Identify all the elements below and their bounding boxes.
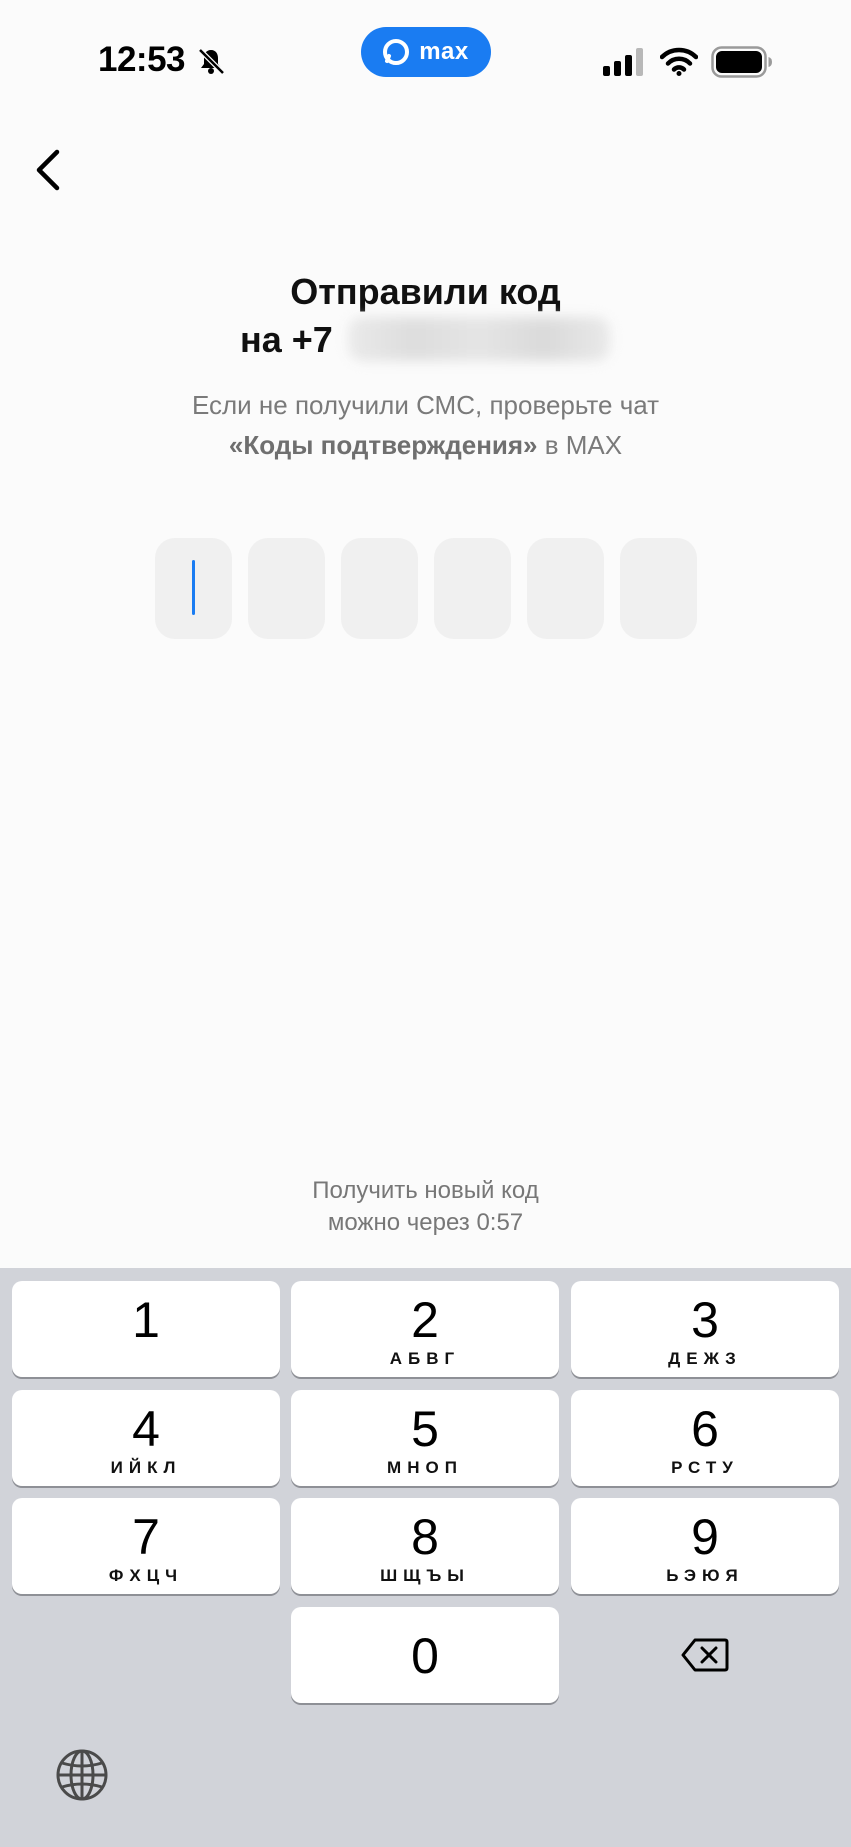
chevron-left-icon	[36, 149, 60, 191]
key-9-digit: 9	[691, 1509, 719, 1565]
key-5[interactable]: 5 МНОП	[291, 1390, 559, 1486]
code-digit-5[interactable]	[527, 538, 604, 639]
text-caret	[192, 560, 195, 615]
page-title-line-2: на +7	[240, 319, 333, 360]
key-3-letters: ДЕЖЗ	[668, 1349, 742, 1368]
back-button[interactable]	[18, 140, 78, 200]
status-bar: 12:53 max	[0, 0, 851, 110]
key-1-digit: 1	[132, 1292, 160, 1348]
page-title-line-1: Отправили код	[290, 271, 561, 312]
backspace-button[interactable]	[571, 1607, 839, 1703]
key-2[interactable]: 2 АБВГ	[291, 1281, 559, 1377]
code-digit-4[interactable]	[434, 538, 511, 639]
max-badge-label: max	[419, 38, 469, 65]
code-digit-6[interactable]	[620, 538, 697, 639]
key-8-letters: ШЩЪЫ	[380, 1566, 470, 1585]
key-1[interactable]: 1	[12, 1281, 280, 1377]
key-7[interactable]: 7 ФХЦЧ	[12, 1498, 280, 1594]
key-4-letters: ИЙКЛ	[110, 1458, 182, 1477]
key-9-letters: ЬЭЮЯ	[666, 1566, 744, 1585]
key-2-letters: АБВГ	[389, 1349, 461, 1368]
mute-bell-icon	[198, 48, 225, 75]
key-2-digit: 2	[411, 1292, 439, 1348]
keyboard-language-button[interactable]	[52, 1745, 112, 1805]
status-time: 12:53	[98, 40, 186, 79]
key-4-digit: 4	[132, 1401, 160, 1457]
code-digit-1[interactable]	[155, 538, 232, 639]
battery-icon	[711, 46, 772, 78]
key-5-letters: МНОП	[387, 1458, 463, 1477]
sms-hint-suffix: в MAX	[537, 430, 623, 460]
code-digit-2[interactable]	[248, 538, 325, 639]
globe-icon	[56, 1749, 108, 1801]
key-4[interactable]: 4 ИЙКЛ	[12, 1390, 280, 1486]
confirmation-chat-name: «Коды подтверждения»	[228, 430, 538, 460]
key-6[interactable]: 6 РСТУ	[571, 1390, 839, 1486]
signal-icon	[603, 48, 643, 76]
resend-line-1: Получить новый код	[312, 1177, 539, 1204]
page-title: Отправили код на +7	[0, 268, 851, 360]
key-8[interactable]: 8 ШЩЪЫ	[291, 1498, 559, 1594]
resend-line-2: можно через 0:57	[327, 1209, 524, 1236]
key-7-digit: 7	[132, 1509, 160, 1565]
max-app-badge[interactable]: max	[361, 27, 491, 77]
resend-countdown: Получить новый код можно через 0:57	[0, 1175, 851, 1239]
sms-hint-line-2: «Коды подтверждения» в MAX	[0, 425, 851, 465]
key-6-letters: РСТУ	[671, 1458, 739, 1477]
key-8-digit: 8	[411, 1509, 439, 1565]
code-digit-3[interactable]	[341, 538, 418, 639]
backspace-icon	[681, 1638, 729, 1672]
sms-hint: Если не получили СМС, проверьте чат «Код…	[0, 385, 851, 465]
key-5-digit: 5	[411, 1401, 439, 1457]
redacted-phone-number	[348, 317, 610, 361]
wifi-icon	[660, 47, 698, 76]
key-9[interactable]: 9 ЬЭЮЯ	[571, 1498, 839, 1594]
sms-hint-line-1: Если не получили СМС, проверьте чат	[191, 390, 660, 420]
key-3-digit: 3	[691, 1292, 719, 1348]
key-3[interactable]: 3 ДЕЖЗ	[571, 1281, 839, 1377]
key-7-letters: ФХЦЧ	[108, 1566, 184, 1585]
max-logo-icon	[383, 39, 410, 65]
key-6-digit: 6	[691, 1401, 719, 1457]
code-input[interactable]	[155, 538, 697, 639]
key-0[interactable]: 0	[291, 1607, 559, 1703]
key-0-digit: 0	[411, 1628, 439, 1684]
